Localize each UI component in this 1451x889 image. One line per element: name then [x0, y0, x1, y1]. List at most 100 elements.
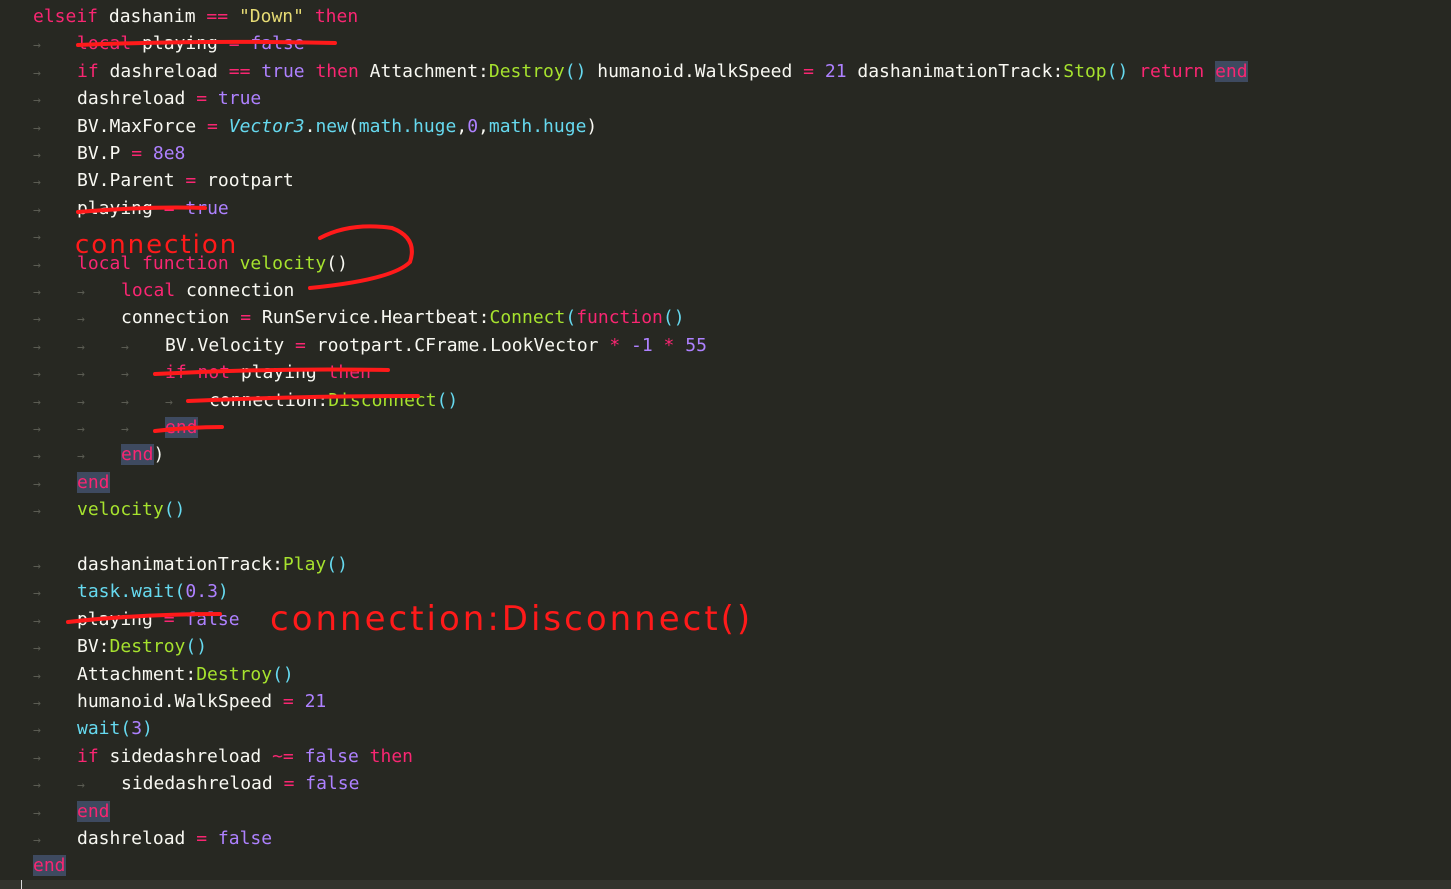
code-token: = [163, 608, 175, 630]
indent-guide-icon: → [77, 285, 85, 300]
line-gutter [0, 798, 33, 825]
code-token: local [121, 280, 176, 301]
line-gutter [0, 715, 33, 742]
code-token: Destroy [488, 60, 565, 82]
code-token: not [197, 362, 231, 384]
code-token: dashanimationTrack: [77, 554, 283, 575]
code-token: BV.P [77, 143, 132, 164]
indent-guide-icon: → [33, 312, 41, 328]
code-token: = [196, 828, 208, 849]
indent-guide-icon: → [121, 422, 129, 437]
line-gutter [0, 58, 33, 85]
code-token: dashanimationTrack: [846, 60, 1064, 82]
line-gutter [0, 222, 33, 249]
code-token: Stop [1063, 60, 1107, 82]
line-gutter [0, 496, 33, 523]
line-gutter [0, 85, 33, 112]
code-token: then [327, 362, 371, 384]
line-gutter [0, 167, 33, 194]
code-token: false [304, 745, 359, 767]
code-token: ( [565, 307, 577, 329]
code-token: true [261, 60, 305, 82]
indent-guide-icon: → [33, 394, 41, 410]
line-gutter [0, 661, 33, 688]
code-token: playing [230, 362, 328, 384]
code-token: then [314, 6, 359, 27]
code-token: dashreload [77, 88, 197, 110]
indent-guide-icon: → [77, 339, 85, 355]
code-token: local [77, 33, 132, 55]
code-token: then [315, 60, 359, 82]
code-token: sidedashreload [121, 773, 284, 795]
indent-guide-icon: → [77, 312, 85, 328]
code-token: false [185, 608, 240, 630]
indent-guide-icon: → [121, 339, 129, 355]
code-token: BV: [77, 636, 110, 658]
code-token: = [240, 307, 252, 329]
indent-guide-icon: → [77, 394, 85, 410]
text-cursor [21, 880, 22, 889]
line-gutter [0, 113, 33, 140]
code-token: () [185, 636, 208, 658]
code-token: end [77, 471, 110, 493]
code-token: Connect [489, 307, 566, 329]
indent-guide-icon: → [33, 202, 41, 218]
code-token: == [206, 6, 229, 27]
code-token: if [77, 745, 99, 767]
indent-guide-icon: → [121, 394, 129, 410]
line-gutter [0, 277, 33, 304]
code-token: humanoid.WalkSpeed [586, 60, 804, 82]
code-token: velocity [77, 499, 164, 521]
code-token: dashreload [98, 60, 229, 82]
code-token: connection: [209, 389, 329, 411]
indent-guide-icon: → [33, 148, 41, 163]
indent-guide-icon: → [33, 723, 41, 739]
line-gutter [0, 551, 33, 578]
code-token: RunService.Heartbeat: [251, 307, 490, 329]
code-token: 8e8 [152, 143, 186, 164]
code-token: return [1139, 60, 1205, 82]
line-gutter [0, 770, 33, 797]
indent-guide-icon: → [33, 750, 41, 766]
status-bar [0, 880, 1451, 889]
line-gutter [0, 3, 33, 30]
code-editor[interactable]: elseif dashanim == "Down" then → local pla… [0, 0, 1451, 880]
indent-guide-icon: → [33, 230, 41, 246]
line-gutter [0, 250, 33, 277]
code-token: end [121, 444, 154, 466]
code-token: false [217, 828, 273, 849]
line-gutter [0, 414, 33, 441]
code-token: playing [77, 608, 164, 630]
code-token: end [33, 855, 66, 877]
indent-guide-icon: → [33, 93, 41, 109]
line-gutter [0, 332, 33, 359]
line-gutter [0, 578, 33, 605]
code-token: = [803, 60, 815, 82]
line-gutter [0, 195, 33, 222]
code-token: humanoid.WalkSpeed [77, 691, 283, 712]
indent-guide-icon: → [33, 504, 41, 520]
code-token: * [663, 334, 675, 356]
code-token: connection [175, 280, 295, 301]
line-gutter [0, 606, 33, 633]
code-token: () [564, 60, 587, 82]
code-token: new [315, 115, 348, 137]
code-token: 21 [304, 691, 327, 712]
code-token: rootpart.CFrame.LookVector [305, 334, 610, 356]
line-gutter [0, 140, 33, 167]
code-token: Play [282, 554, 327, 575]
code-token: false [250, 33, 305, 55]
code-token: ) [153, 444, 165, 466]
code-token: true [217, 88, 262, 110]
code-token: math.huge [488, 115, 587, 137]
